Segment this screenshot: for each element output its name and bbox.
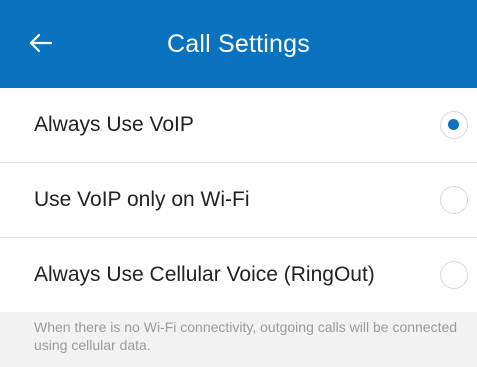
arrow-left-icon [29,33,53,53]
option-voip-wifi-only[interactable]: Use VoIP only on Wi-Fi [0,163,477,238]
call-settings-screen: Call Settings Always Use VoIP Use VoIP o… [0,0,477,367]
back-button[interactable] [28,30,54,56]
option-label: Use VoIP only on Wi-Fi [34,188,250,211]
radio-button[interactable] [440,261,468,289]
app-bar: Call Settings [0,0,477,88]
info-footnote: When there is no Wi-Fi connectivity, out… [34,319,458,353]
page-title: Call Settings [167,30,310,58]
option-always-voip[interactable]: Always Use VoIP [0,88,477,163]
radio-button[interactable] [440,186,468,214]
option-always-cellular[interactable]: Always Use Cellular Voice (RingOut) [0,238,477,312]
call-mode-options: Always Use VoIP Use VoIP only on Wi-Fi A… [0,88,477,312]
radio-selected-dot [448,119,459,130]
radio-button[interactable] [440,111,468,139]
option-label: Always Use Cellular Voice (RingOut) [34,263,375,286]
option-label: Always Use VoIP [34,113,194,136]
